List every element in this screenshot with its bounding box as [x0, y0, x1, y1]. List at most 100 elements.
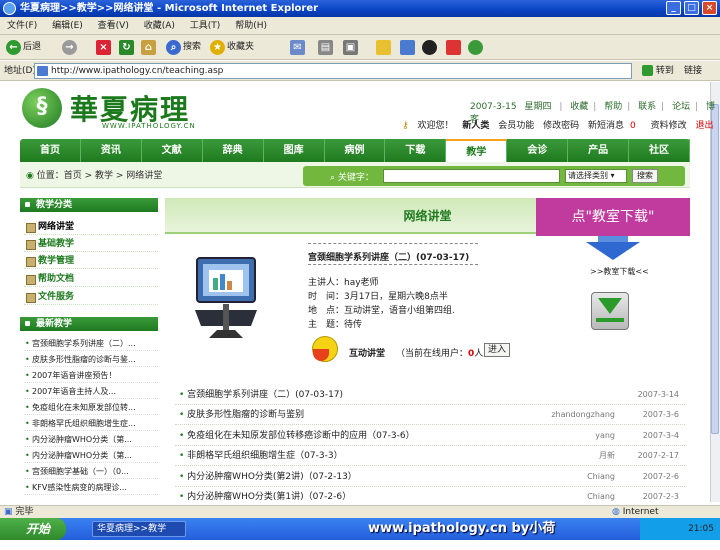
links-button[interactable]: 链接 [684, 61, 702, 81]
site-logo-subtitle: WWW.IPATHOLOGY.CN [102, 122, 196, 130]
username[interactable]: 新人类 [462, 121, 489, 131]
new-messages-link[interactable]: 新短消息 0 [588, 121, 642, 131]
ebay-button[interactable] [446, 39, 463, 56]
site-logo-icon[interactable]: § [22, 88, 62, 128]
nav-download[interactable]: 下载 [385, 139, 447, 162]
discuss-button[interactable] [400, 39, 417, 56]
favorites-button[interactable]: ★ 收藏夹 [210, 39, 254, 56]
divider [308, 264, 478, 265]
globe-icon: ◍ [612, 507, 620, 517]
sidebar-item-help-docs[interactable]: 帮助文档 [24, 271, 158, 287]
edit-button[interactable]: ▣ [343, 39, 360, 56]
taskbar-ie-window[interactable]: 华夏病理>>教学>>... [92, 521, 186, 548]
nav-gallery[interactable]: 图库 [264, 139, 325, 162]
menu-file[interactable]: 文件(F) [7, 21, 37, 31]
latest-item[interactable]: 宫颈细胞学基础（一）（0... [24, 464, 158, 479]
download-tray-icon [596, 318, 624, 322]
sidebar-categories-title: 教学分类 [20, 198, 158, 212]
url-input[interactable]: http://www.ipathology.cn/teaching.asp [34, 63, 632, 79]
nav-teaching[interactable]: 教学 [446, 139, 508, 162]
menu-tools[interactable]: 工具(T) [190, 21, 221, 31]
keyword-input[interactable] [383, 169, 560, 183]
mail-icon: ✉ [290, 40, 305, 55]
search-button[interactable]: ⌕ 搜索 [166, 39, 201, 56]
latest-item[interactable]: 2007年语音主持人及... [24, 384, 158, 399]
menu-bar: 文件(F) 编辑(E) 查看(V) 收藏(A) 工具(T) 帮助(H) [0, 17, 720, 35]
toolbar: ← 后退 → × ↻ ⌂ ⌕ 搜索 ★ 收藏夹 ✉ ▤ ▣ [0, 35, 720, 60]
discuss-icon [400, 40, 415, 55]
sidebar-item-basic-teaching[interactable]: 基础教学 [24, 236, 158, 252]
favorite-link[interactable]: 收藏 [570, 102, 588, 112]
search-submit-button[interactable]: 搜索 [632, 169, 658, 183]
nav-consult[interactable]: 会诊 [507, 139, 569, 162]
location-icon: ◉ [26, 171, 34, 181]
messenger-button[interactable] [376, 39, 393, 56]
forum-link[interactable]: 论坛 [672, 102, 690, 112]
menu-edit[interactable]: 编辑(E) [52, 21, 83, 31]
latest-item[interactable]: 免疫组化在未知原发部位转... [24, 400, 158, 415]
member-functions-link[interactable]: 会员功能 [498, 121, 534, 131]
sidebar-item-teaching-admin[interactable]: 教学管理 [24, 253, 158, 269]
close-button[interactable]: × [702, 1, 717, 15]
change-password-link[interactable]: 修改密码 [543, 121, 579, 131]
qq-button[interactable] [422, 39, 439, 56]
edit-profile-link[interactable]: 资料修改 [651, 121, 687, 131]
lecture-title[interactable]: 宫颈细胞学系列讲座（二）(07-03-17) [308, 250, 469, 263]
lecture-row[interactable]: 皮肤多形性脂瘤的诊断与鉴别zhandongzhang2007-3-6 [175, 405, 685, 425]
lecture-row[interactable]: 宫颈细胞学系列讲座（二）(07-03-17)2007-3-14 [175, 385, 685, 405]
mail-button[interactable]: ✉ [290, 39, 307, 56]
print-button[interactable]: ▤ [318, 39, 335, 56]
home-icon: ⌂ [141, 40, 156, 55]
latest-item[interactable]: KFV感染性病变的病理诊... [24, 480, 158, 495]
online-users: （当前在线用户：0人） [396, 349, 492, 359]
date-text: 2007-3-15 [470, 102, 517, 112]
nav-community[interactable]: 社区 [629, 139, 690, 162]
nav-dictionary[interactable]: 辞典 [203, 139, 264, 162]
logout-link[interactable]: 退出 [696, 121, 714, 131]
breadcrumb: ◉ 位置：首页 > 教学 > 网络讲堂 [26, 171, 163, 181]
menu-view[interactable]: 查看(V) [98, 21, 129, 31]
nav-literature[interactable]: 文献 [142, 139, 203, 162]
nav-cases[interactable]: 病例 [325, 139, 386, 162]
maximize-button[interactable]: □ [684, 1, 699, 15]
nav-news[interactable]: 资讯 [81, 139, 142, 162]
sidebar-item-file-service[interactable]: 文件服务 [24, 289, 158, 305]
latest-item[interactable]: 宫颈细胞学系列讲座（二）... [24, 336, 158, 351]
key-icon: ⚷ [402, 121, 409, 131]
system-tray: 21:05 [640, 518, 720, 540]
lecture-row[interactable]: 内分泌肿瘤WHO分类(第2讲)（07-2-13）Chiang2007-2-6 [175, 467, 685, 487]
go-button[interactable]: 转到 [642, 61, 674, 81]
home-button[interactable]: ⌂ [141, 39, 158, 56]
contact-link[interactable]: 联系 [638, 102, 656, 112]
address-label: 地址(D) [4, 66, 36, 76]
refresh-button[interactable]: ↻ [119, 39, 136, 56]
category-select[interactable]: 请选择类别 ▾ [565, 169, 627, 183]
download-arrow-icon [598, 298, 622, 314]
lecture-row[interactable]: 内分泌肿瘤WHO分类(第1讲)（07-2-6）Chiang2007-2-3 [175, 487, 685, 507]
forward-button[interactable]: → [62, 39, 79, 56]
latest-item[interactable]: 内分泌肿瘤WHO分类（第... [24, 432, 158, 447]
lecture-row[interactable]: 免疫组化在未知原发部位转移癌诊断中的应用（07-3-6）yang2007-3-4 [175, 426, 685, 446]
nav-home[interactable]: 首页 [20, 139, 81, 162]
lecture-row[interactable]: 非朗格罕氏组织细胞增生症（07-3-3）月新2007-2-17 [175, 446, 685, 466]
menu-favorites[interactable]: 收藏(A) [144, 21, 175, 31]
minimize-button[interactable]: _ [666, 1, 681, 15]
help-link[interactable]: 帮助 [604, 102, 622, 112]
enter-room-button[interactable]: 进入 [484, 343, 510, 357]
forward-arrow-icon: → [62, 40, 77, 55]
nav-products[interactable]: 产品 [568, 139, 630, 162]
scrollbar-thumb[interactable] [711, 104, 719, 434]
sidebar-item-online-lecture[interactable]: 网络讲堂 [24, 219, 158, 235]
latest-item[interactable]: 非朗格罕氏组织细胞增生症... [24, 416, 158, 431]
latest-item[interactable]: 皮肤多形性脂瘤的诊断与鉴... [24, 352, 158, 367]
latest-item[interactable]: 内分泌肿瘤WHO分类（第... [24, 448, 158, 463]
address-bar: 地址(D) http://www.ipathology.cn/teaching.… [0, 61, 720, 81]
stop-button[interactable]: × [96, 39, 113, 56]
back-button[interactable]: ← 后退 [6, 39, 41, 56]
search-icon: ⌕ [166, 40, 181, 55]
latest-item[interactable]: 2007年语音讲座预告！ [24, 368, 158, 383]
classroom-download-link[interactable]: >>教室下载<< [590, 266, 649, 277]
menu-help[interactable]: 帮助(H) [235, 21, 267, 31]
start-button[interactable]: 开始 [0, 518, 66, 540]
msn-button[interactable] [468, 39, 485, 56]
